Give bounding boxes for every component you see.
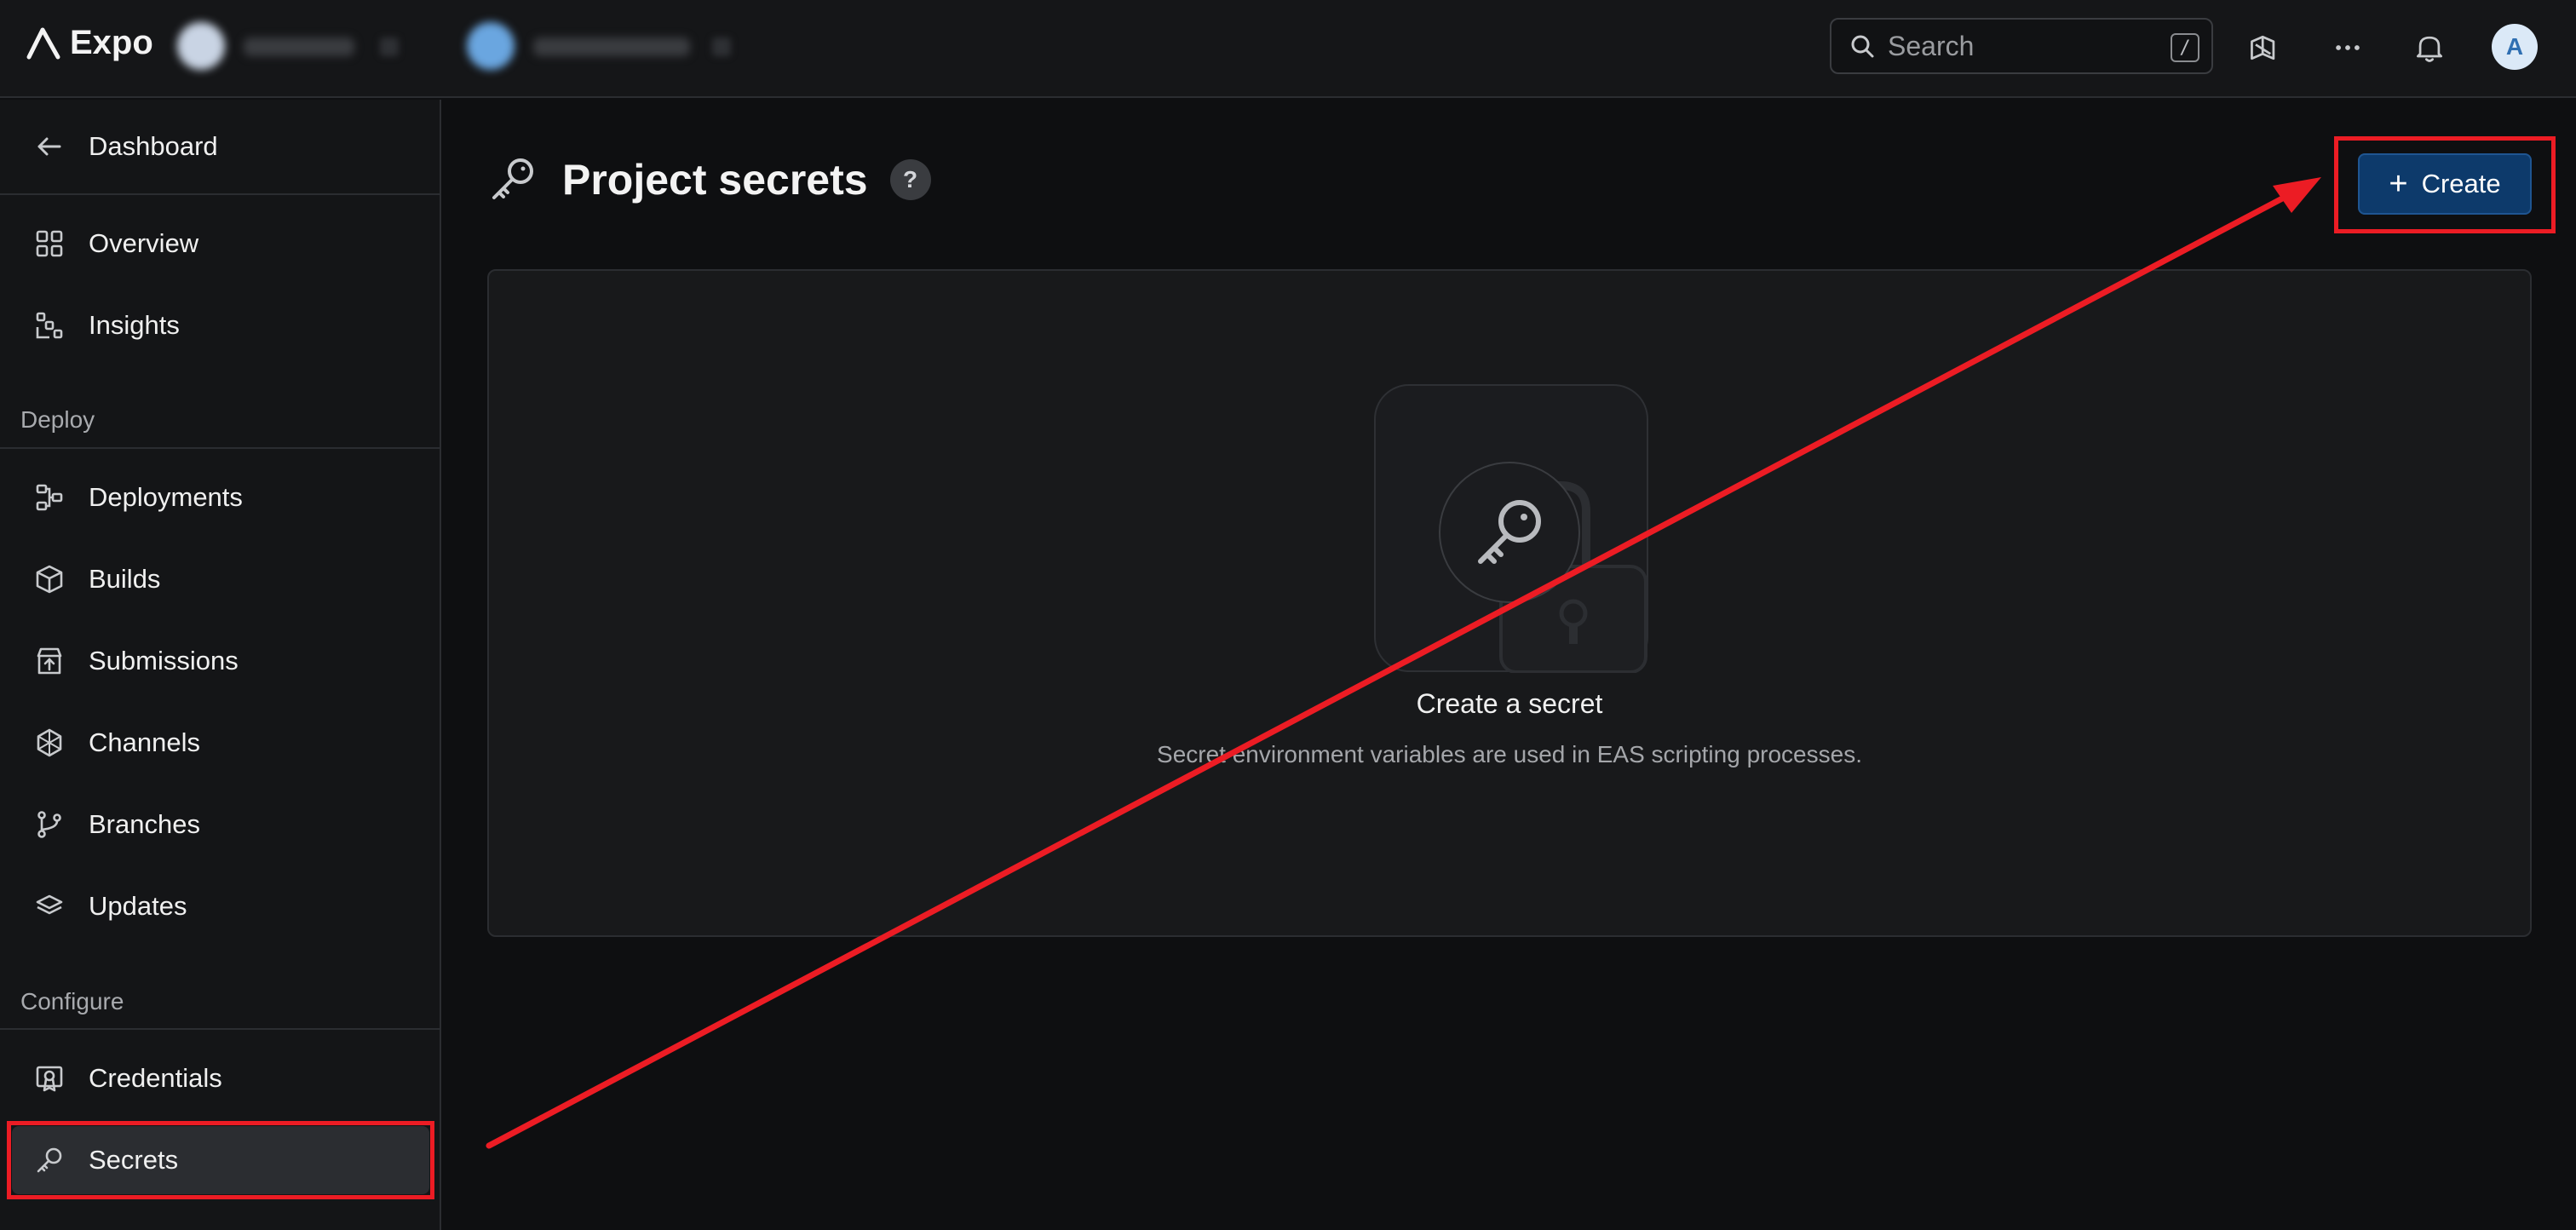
highlight-create-button <box>2334 136 2556 233</box>
channels-icon <box>22 709 77 777</box>
sidebar-item-dashboard[interactable]: Dashboard <box>12 112 429 181</box>
project-chevron-icon[interactable] <box>712 37 731 56</box>
certificate-icon <box>22 1044 77 1112</box>
logo-text: Expo <box>70 24 153 61</box>
page-title: Project secrets <box>562 156 868 204</box>
sidebar: Dashboard Overview Insights Deploy Deplo… <box>0 100 441 1230</box>
store-upload-icon <box>22 627 77 695</box>
cube-icon <box>22 545 77 613</box>
empty-state-description: Secret environment variables are used in… <box>1157 741 1862 767</box>
sidebar-item-label: Dashboard <box>89 131 218 161</box>
sidebar-item-label: Submissions <box>89 646 239 675</box>
sidebar-item-label: Credentials <box>89 1063 222 1093</box>
sidebar-item-label: Overview <box>89 228 199 258</box>
sidebar-item-label: Insights <box>89 310 180 340</box>
user-avatar[interactable]: A <box>2492 24 2538 70</box>
expo-logo-icon <box>26 27 60 59</box>
docs-icon[interactable] <box>2242 26 2286 70</box>
page-header: Project secrets ? <box>487 153 931 206</box>
search-icon <box>1851 35 1874 58</box>
git-branch-icon <box>22 790 77 859</box>
sidebar-item-label: Builds <box>89 564 161 594</box>
insights-icon <box>22 291 77 359</box>
section-label-configure: Configure <box>20 988 124 1014</box>
sidebar-item-deployments[interactable]: Deployments <box>12 463 429 532</box>
sidebar-item-submissions[interactable]: Submissions <box>12 627 429 695</box>
bell-icon[interactable] <box>2407 26 2452 70</box>
top-bar: Expo / A <box>0 0 2576 98</box>
project-name-redacted[interactable] <box>533 37 690 56</box>
highlight-secrets-item <box>7 1121 434 1199</box>
help-icon[interactable]: ? <box>889 159 931 200</box>
sidebar-item-label: Deployments <box>89 482 243 512</box>
divider <box>0 193 440 195</box>
sidebar-item-credentials[interactable]: Credentials <box>12 1044 429 1112</box>
sidebar-item-channels[interactable]: Channels <box>12 709 429 777</box>
search-box[interactable]: / <box>1830 18 2213 74</box>
search-input[interactable] <box>1888 30 2143 62</box>
account-chevron-icon[interactable] <box>380 37 399 56</box>
sidebar-item-label: Channels <box>89 727 200 757</box>
empty-state-title: Create a secret <box>1416 688 1603 719</box>
divider <box>0 447 440 449</box>
deployments-icon <box>22 463 77 532</box>
sidebar-item-label: Updates <box>89 891 187 921</box>
search-shortcut-key: / <box>2171 33 2199 62</box>
grid-icon <box>22 210 77 278</box>
more-options-icon[interactable] <box>2326 26 2370 70</box>
sidebar-item-updates[interactable]: Updates <box>12 872 429 940</box>
sidebar-item-builds[interactable]: Builds <box>12 545 429 613</box>
sidebar-item-overview[interactable]: Overview <box>12 210 429 278</box>
secret-lock-illustration <box>1374 384 1648 673</box>
sidebar-item-insights[interactable]: Insights <box>12 291 429 359</box>
account-name-redacted[interactable] <box>244 37 354 56</box>
key-icon <box>492 158 533 199</box>
arrow-left-icon <box>22 112 77 181</box>
sidebar-item-label: Branches <box>89 809 200 839</box>
section-label-deploy: Deploy <box>20 406 95 433</box>
layers-icon <box>22 872 77 940</box>
sidebar-item-branches[interactable]: Branches <box>12 790 429 859</box>
account-avatar[interactable] <box>177 22 225 70</box>
expo-logo[interactable]: Expo <box>26 24 153 62</box>
empty-state-card: Create a secret Secret environment varia… <box>487 269 2532 937</box>
project-avatar[interactable] <box>467 22 515 70</box>
divider <box>0 1028 440 1030</box>
